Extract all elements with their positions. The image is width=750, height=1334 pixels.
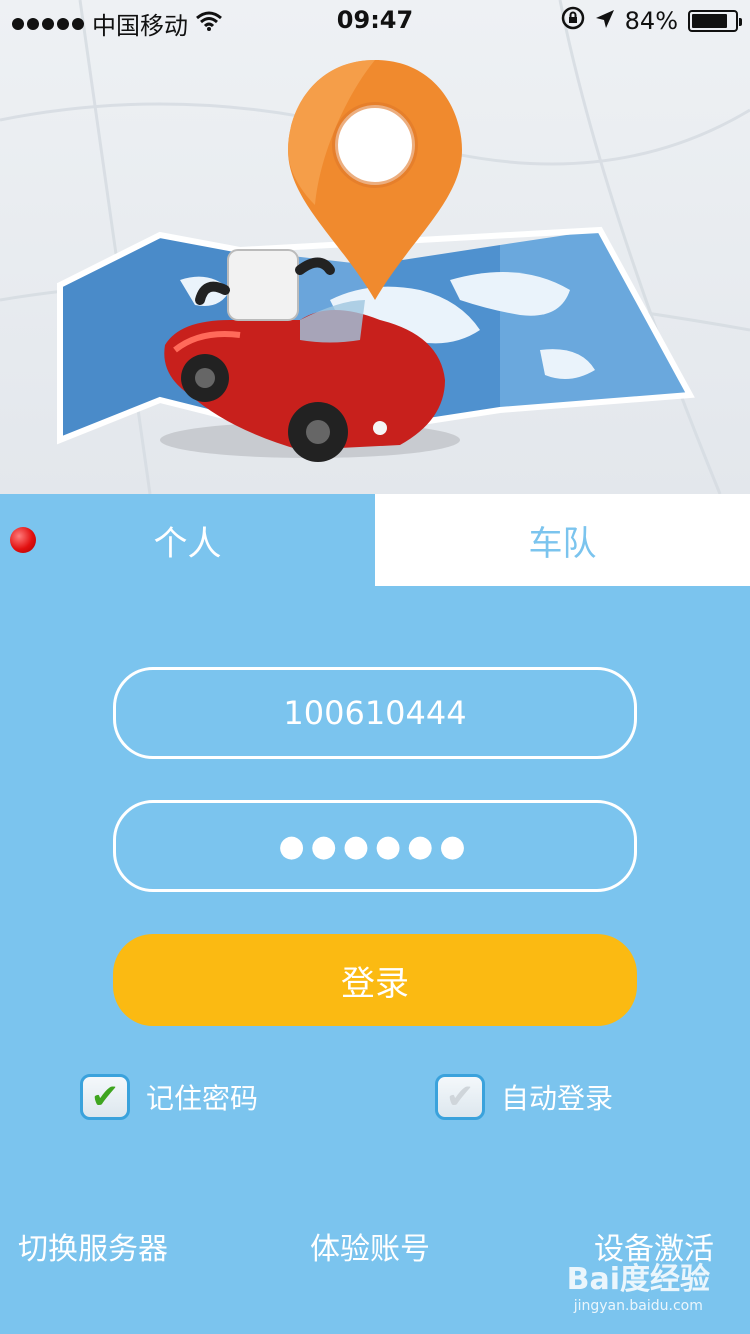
auto-login-option[interactable]: ✔ 自动登录 [435,1074,613,1120]
watermark-logo: Bai度经验 [566,1262,710,1297]
battery-icon [688,10,742,32]
switch-server-link[interactable]: 切换服务器 [18,1224,168,1268]
trial-account-link[interactable]: 体验账号 [310,1224,430,1268]
remember-password-checkbox[interactable]: ✔ [80,1074,130,1120]
location-arrow-icon [595,7,615,35]
checkmark-icon: ✔ [445,1077,475,1117]
status-bar-right: 84% [561,6,742,36]
watermark: Bai度经验 jingyan.baidu.com [567,1254,710,1314]
map-car-illustration [0,0,750,494]
tab-fleet[interactable]: 车队 [375,494,750,586]
auto-login-label: 自动登录 [501,1082,614,1115]
battery-level [692,14,728,28]
checkmark-icon: ✔ [90,1077,120,1117]
auto-login-checkbox[interactable]: ✔ [435,1074,485,1120]
notification-dot-icon [10,527,36,553]
login-type-tabs: 个人 车队 [0,494,750,586]
tab-personal[interactable]: 个人 [0,494,375,586]
remember-password-option[interactable]: ✔ 记住密码 [80,1074,258,1120]
remember-password-label: 记住密码 [146,1082,259,1115]
status-bar: 中国移动 09:47 84% [0,0,750,40]
hero-banner [0,0,750,494]
watermark-url: jingyan.baidu.com [573,1298,703,1314]
password-input[interactable] [113,800,637,892]
battery-percent: 84% [624,7,678,35]
rotation-lock-icon [561,6,585,36]
tab-personal-label: 个人 [153,523,222,564]
username-input[interactable] [113,667,637,759]
login-button[interactable]: 登录 [113,934,637,1026]
tab-fleet-label: 车队 [528,523,597,564]
